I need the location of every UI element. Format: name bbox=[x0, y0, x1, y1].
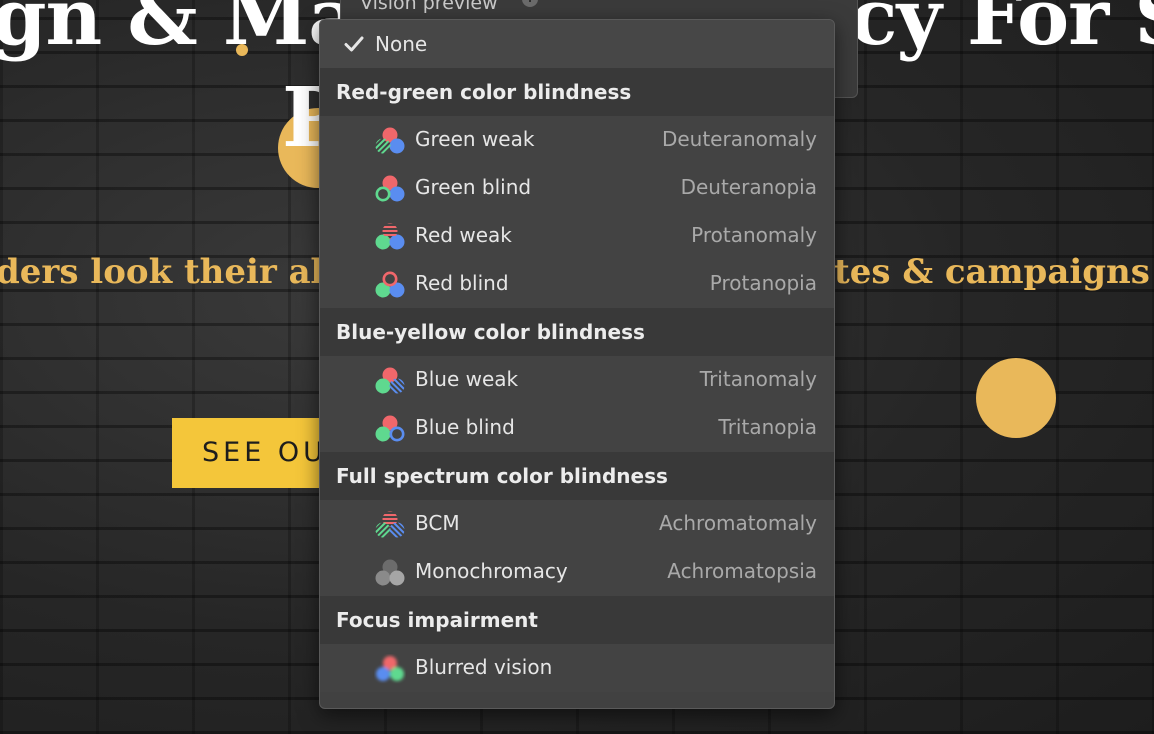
blue-weak-icon bbox=[375, 367, 405, 394]
group-header-focus: Focus impairment bbox=[320, 596, 834, 644]
option-name: Green blind bbox=[415, 175, 532, 199]
tagline-left: ders look their abs bbox=[0, 252, 354, 292]
monochromacy-icon bbox=[375, 559, 405, 586]
menu-item-none[interactable]: None bbox=[320, 20, 834, 68]
option-name: Monochromacy bbox=[415, 559, 568, 583]
option-scientific-name: Tritanopia bbox=[718, 415, 817, 439]
option-green-weak[interactable]: Green weak Deuteranomaly bbox=[320, 116, 834, 164]
bcm-icon bbox=[375, 511, 405, 538]
group-header-full-spectrum: Full spectrum color blindness bbox=[320, 452, 834, 500]
option-blue-weak[interactable]: Blue weak Tritanomaly bbox=[320, 356, 834, 404]
option-name: Blue blind bbox=[415, 415, 515, 439]
green-blind-icon bbox=[375, 175, 405, 202]
green-weak-icon bbox=[375, 127, 405, 154]
decorative-dot bbox=[236, 44, 248, 56]
vision-deficiency-menu: None Red-green color blindness Green wea… bbox=[319, 19, 835, 709]
red-blind-icon bbox=[375, 271, 405, 298]
group-header-red-green: Red-green color blindness bbox=[320, 68, 834, 116]
option-scientific-name: Protanopia bbox=[709, 271, 817, 295]
option-scientific-name: Deuteranopia bbox=[680, 175, 817, 199]
option-name: Green weak bbox=[415, 127, 535, 151]
option-scientific-name: Protanomaly bbox=[691, 223, 817, 247]
menu-item-label: None bbox=[375, 32, 428, 56]
option-name: Red blind bbox=[415, 271, 509, 295]
option-blurred-vision[interactable]: Blurred vision bbox=[320, 644, 834, 692]
option-bcm[interactable]: BCM Achromatomaly bbox=[320, 500, 834, 548]
tagline-right: tes & campaigns th bbox=[834, 252, 1154, 292]
hero-title-left: gn & Ma bbox=[0, 0, 359, 63]
option-scientific-name: Tritanomaly bbox=[699, 367, 817, 391]
check-icon bbox=[344, 36, 364, 52]
option-name: BCM bbox=[415, 511, 460, 535]
option-name: Blue weak bbox=[415, 367, 519, 391]
blurred-vision-icon bbox=[376, 656, 404, 681]
option-red-blind[interactable]: Red blind Protanopia bbox=[320, 260, 834, 308]
red-weak-icon bbox=[375, 223, 405, 250]
group-header-blue-yellow: Blue-yellow color blindness bbox=[320, 308, 834, 356]
vision-preview-label: Vision preview bbox=[360, 0, 498, 14]
option-scientific-name: Achromatomaly bbox=[659, 511, 817, 535]
option-monochromacy[interactable]: Monochromacy Achromatopsia bbox=[320, 548, 834, 596]
decorative-circle bbox=[976, 358, 1056, 438]
option-scientific-name: Deuteranomaly bbox=[661, 127, 817, 151]
blue-blind-icon bbox=[375, 415, 405, 442]
option-name: Blurred vision bbox=[415, 655, 553, 679]
hero-title-right: cy For S bbox=[850, 0, 1154, 63]
option-name: Red weak bbox=[415, 223, 512, 247]
option-green-blind[interactable]: Green blind Deuteranopia bbox=[320, 164, 834, 212]
option-scientific-name: Achromatopsia bbox=[667, 559, 817, 583]
option-red-weak[interactable]: Red weak Protanomaly bbox=[320, 212, 834, 260]
option-blue-blind[interactable]: Blue blind Tritanopia bbox=[320, 404, 834, 452]
